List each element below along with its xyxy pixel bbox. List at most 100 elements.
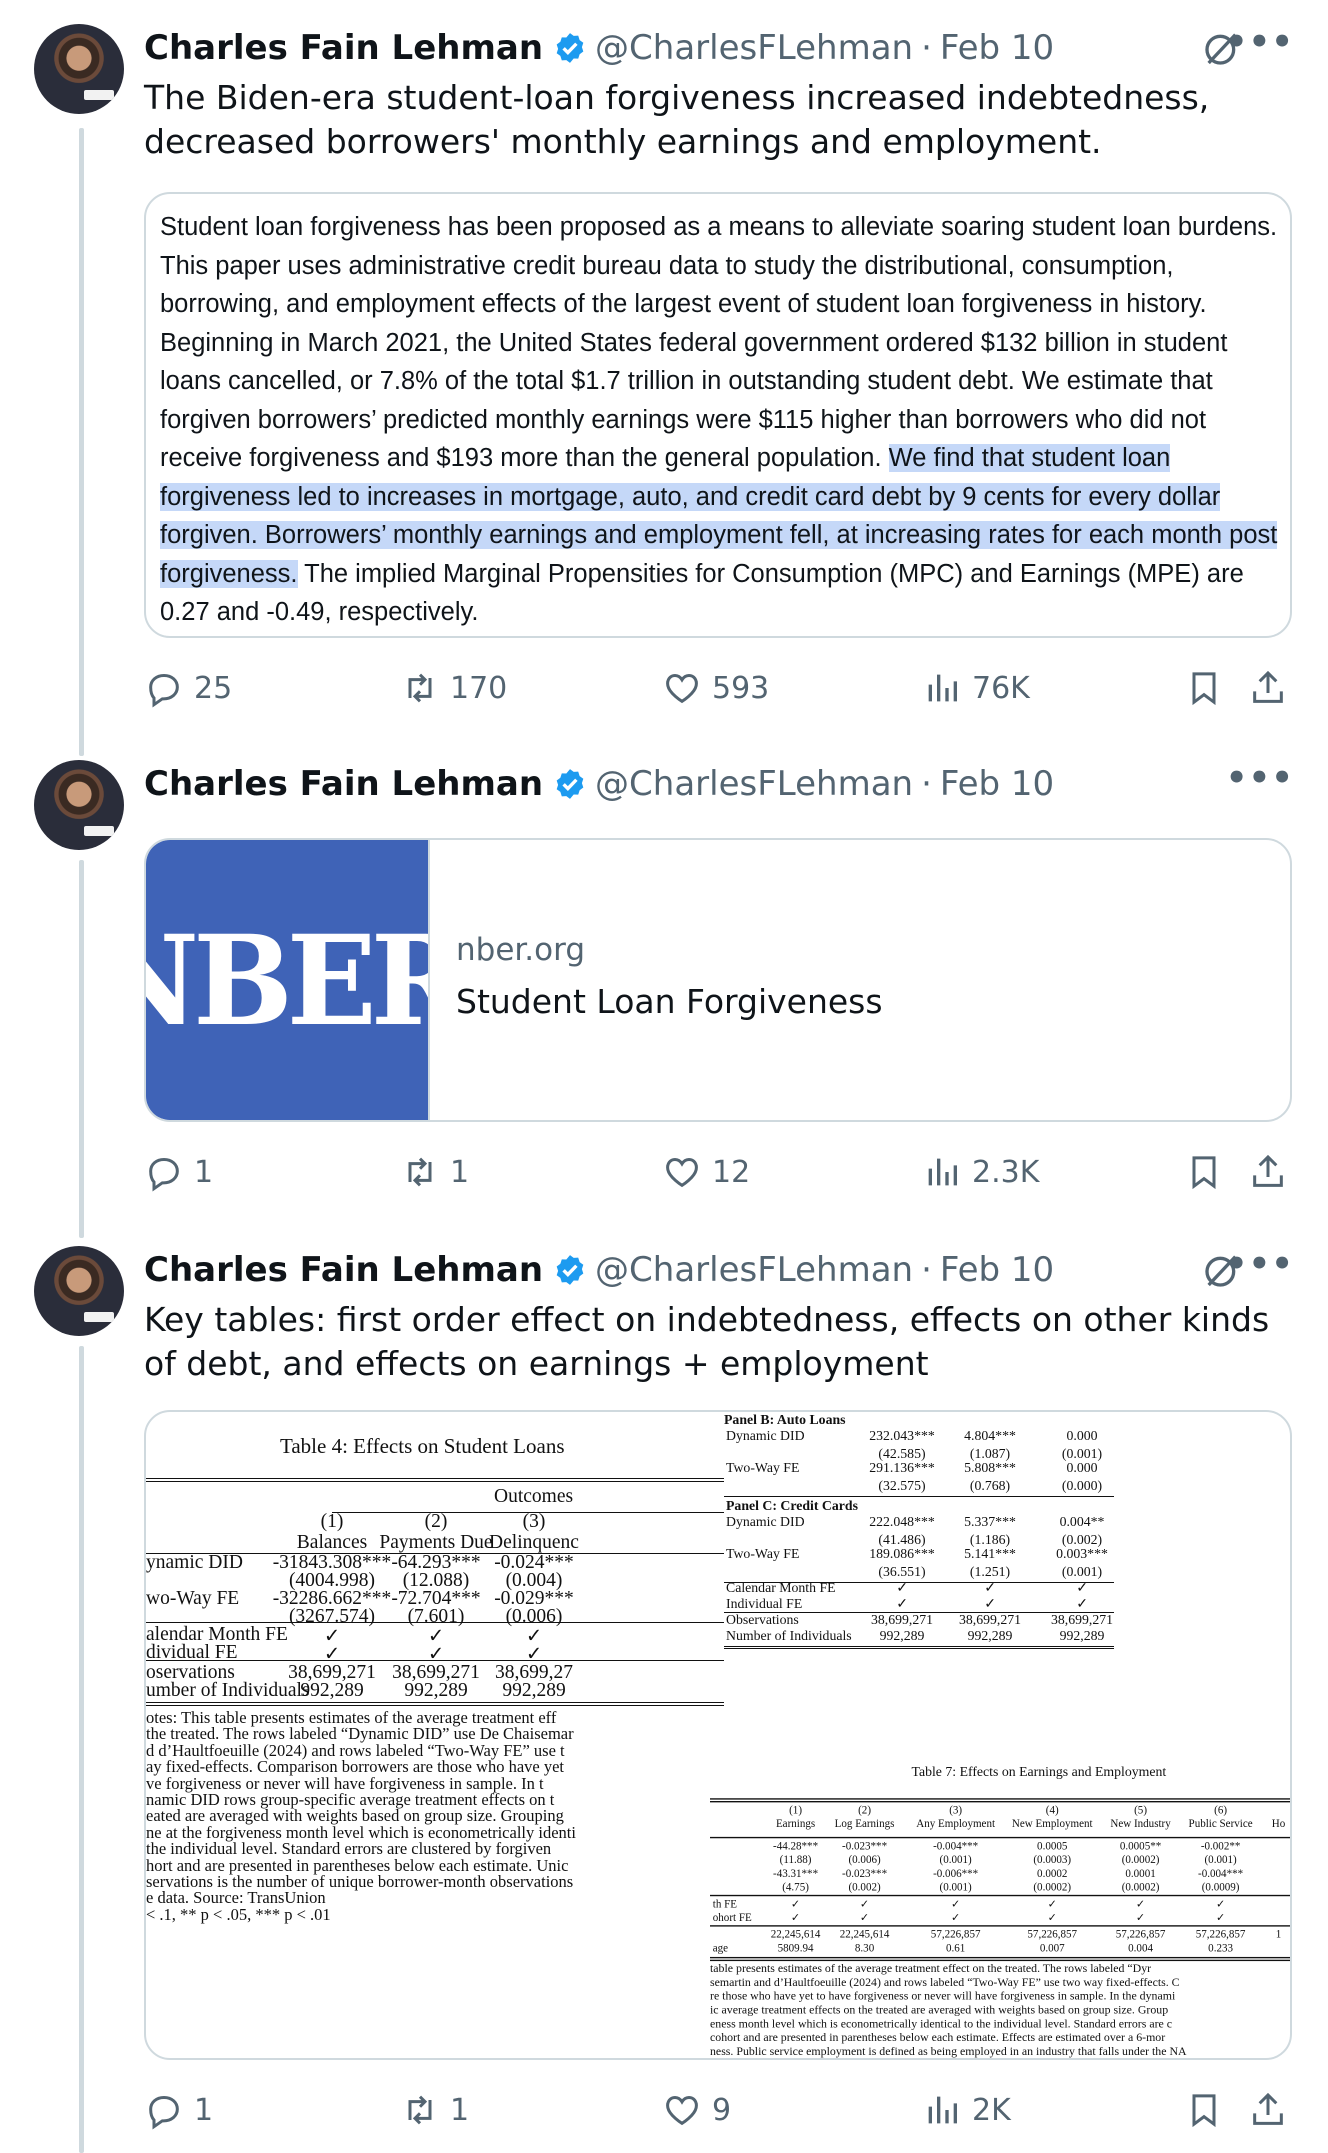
more-icon[interactable]: ••• — [1226, 1244, 1294, 1284]
tweet-text: Key tables: first order effect on indebt… — [144, 1300, 1270, 1383]
panel-c-cell: 0.004** — [1059, 1514, 1105, 1529]
more-icon[interactable]: ••• — [1226, 758, 1294, 798]
table-7-row-label: th FE — [712, 1897, 737, 1911]
table-7-cell: -0.023*** — [842, 1839, 888, 1853]
abstract-text: Student loan forgiveness has been propos… — [160, 208, 1280, 632]
table-4-row-label: wo-Way FE — [146, 1588, 240, 1609]
more-icon[interactable]: ••• — [1226, 22, 1294, 62]
bookmark-icon[interactable] — [1184, 668, 1224, 708]
table-7-cell: 0.61 — [945, 1941, 966, 1955]
panel-fe-cell: ✓ — [896, 1580, 908, 1595]
panel-c-cell: 0.003*** — [1056, 1546, 1108, 1561]
panel-b-row-label: Two-Way FE — [726, 1460, 800, 1475]
table-7-note-line: ness. Public service employment is defin… — [710, 2043, 1187, 2058]
author-avatar[interactable] — [34, 760, 124, 850]
panel-c-title: Panel C: Credit Cards — [726, 1498, 858, 1513]
repost-button[interactable]: 1 — [400, 2090, 469, 2130]
share-icon[interactable] — [1248, 668, 1288, 708]
table-7-cell: (0.0002) — [1033, 1881, 1072, 1894]
thread-line — [79, 128, 84, 756]
views-button[interactable]: 2.3K — [922, 1152, 1039, 1192]
views-count: 2K — [972, 2092, 1011, 2128]
author-handle[interactable]: @CharlesFLehman — [595, 1250, 913, 1290]
tweet-date[interactable]: Feb 10 — [940, 28, 1054, 68]
table-4-row-label: umber of Individuals — [146, 1680, 310, 1701]
share-icon[interactable] — [1248, 1152, 1288, 1192]
repost-button[interactable]: 1 — [400, 1152, 469, 1192]
table-7-cell: -0.002** — [1200, 1839, 1241, 1853]
views-icon — [928, 1158, 957, 1186]
author-handle[interactable]: @CharlesFLehman — [595, 28, 913, 68]
panel-fe-cell: ✓ — [1076, 1596, 1088, 1611]
table-7-colname: Ho — [1271, 1817, 1286, 1830]
tweet-date[interactable]: Feb 10 — [940, 764, 1054, 804]
table-7-colname: New Industry — [1110, 1817, 1171, 1830]
panel-b-cell: 0.000 — [1066, 1460, 1098, 1475]
panel-fe-cell: ✓ — [896, 1596, 908, 1611]
tweet-date[interactable]: Feb 10 — [940, 1250, 1054, 1290]
table-7-colnum: (3) — [949, 1803, 963, 1817]
like-button[interactable]: 593 — [662, 668, 769, 708]
panel-c-row-label: Two-Way FE — [726, 1546, 800, 1561]
repost-button[interactable]: 170 — [400, 668, 507, 708]
table-7-colnum: (4) — [1045, 1803, 1059, 1817]
table-7-cell: ✓ — [790, 1897, 801, 1911]
table-7-note-line: table presents estimates of the average … — [710, 1961, 1152, 1975]
panel-fe-cell: 992,289 — [1059, 1628, 1105, 1643]
table-4-colnum: (2) — [424, 1511, 448, 1532]
views-button[interactable]: 2K — [922, 2090, 1011, 2130]
table-7-notes: table presents estimates of the average … — [710, 1961, 1290, 2058]
thread-line — [79, 1346, 84, 2153]
author-name[interactable]: Charles Fain Lehman — [144, 28, 543, 68]
table-7-cell: ✓ — [951, 1911, 961, 1924]
tweet-text: The Biden-era student-loan forgiveness i… — [144, 78, 1210, 161]
table-7-colnum: (2) — [858, 1803, 871, 1817]
table-4-colnum: (3) — [522, 1511, 546, 1532]
views-count: 2.3K — [972, 1154, 1040, 1190]
reply-button[interactable]: 1 — [144, 1152, 213, 1192]
table-7-cell: ✓ — [1135, 1911, 1146, 1924]
table-7-row-label: ohort FE — [712, 1911, 752, 1924]
table-7-cell: 22,245,614 — [839, 1927, 890, 1941]
like-button[interactable]: 12 — [662, 1152, 750, 1192]
table-4-row-label: ynamic DID — [146, 1552, 243, 1573]
bookmark-icon[interactable] — [1184, 1152, 1224, 1192]
table-7-cell: 8.30 — [854, 1941, 875, 1955]
author-avatar[interactable] — [34, 24, 124, 114]
author-name[interactable]: Charles Fain Lehman — [144, 764, 543, 804]
quoted-abstract-card[interactable]: Student loan forgiveness has been propos… — [144, 192, 1292, 638]
author-avatar[interactable] — [34, 1246, 124, 1336]
table-7-cell: (0.0003) — [1033, 1853, 1072, 1866]
panel-b-cell: 232.043*** — [869, 1428, 935, 1443]
table-4-colname: Payments Due — [379, 1532, 493, 1553]
table-7-colname: Any Employment — [916, 1817, 996, 1830]
tweet-header: Charles Fain Lehman @CharlesFLehman · Fe… — [144, 1250, 1054, 1290]
author-name[interactable]: Charles Fain Lehman — [144, 1250, 543, 1290]
abstract-text-before: Student loan forgiveness has been propos… — [160, 213, 1278, 472]
bookmark-icon[interactable] — [1184, 2090, 1224, 2130]
like-button[interactable]: 9 — [662, 2090, 731, 2130]
table-7-cell: (0.002) — [848, 1881, 881, 1894]
tweet-actions: 1 1 9 2K — [144, 2090, 1292, 2134]
reply-button[interactable]: 25 — [144, 668, 232, 708]
author-handle[interactable]: @CharlesFLehman — [595, 764, 913, 804]
link-domain: nber.org — [456, 932, 585, 968]
like-count: 593 — [712, 670, 770, 706]
link-preview-card[interactable]: NBER nber.org Student Loan Forgiveness — [144, 838, 1292, 1122]
views-button[interactable]: 76K — [922, 668, 1030, 708]
nber-logo-text: NBER — [146, 907, 428, 1053]
reply-button[interactable]: 1 — [144, 2090, 213, 2130]
share-icon[interactable] — [1248, 2090, 1288, 2130]
table-7-cell: (0.001) — [1204, 1853, 1237, 1866]
table-7-cell: 0.0005** — [1119, 1839, 1162, 1853]
table-7-cell: ✓ — [1135, 1897, 1146, 1911]
table-7-colname: Public Service — [1188, 1817, 1253, 1830]
table-7-note-line: re those who have yet to have forgivenes… — [710, 1988, 1176, 2003]
repost-count: 1 — [450, 1154, 470, 1190]
reply-icon — [149, 2095, 179, 2130]
tables-image[interactable]: Table 4: Effects on Student Loans Outcom… — [144, 1410, 1292, 2060]
repost-count: 1 — [450, 2092, 470, 2128]
table-7-cell: ✓ — [1215, 1897, 1226, 1911]
table-7-caption: Table 7: Effects on Earnings and Employm… — [911, 1765, 1167, 1781]
views-count: 76K — [972, 670, 1030, 706]
